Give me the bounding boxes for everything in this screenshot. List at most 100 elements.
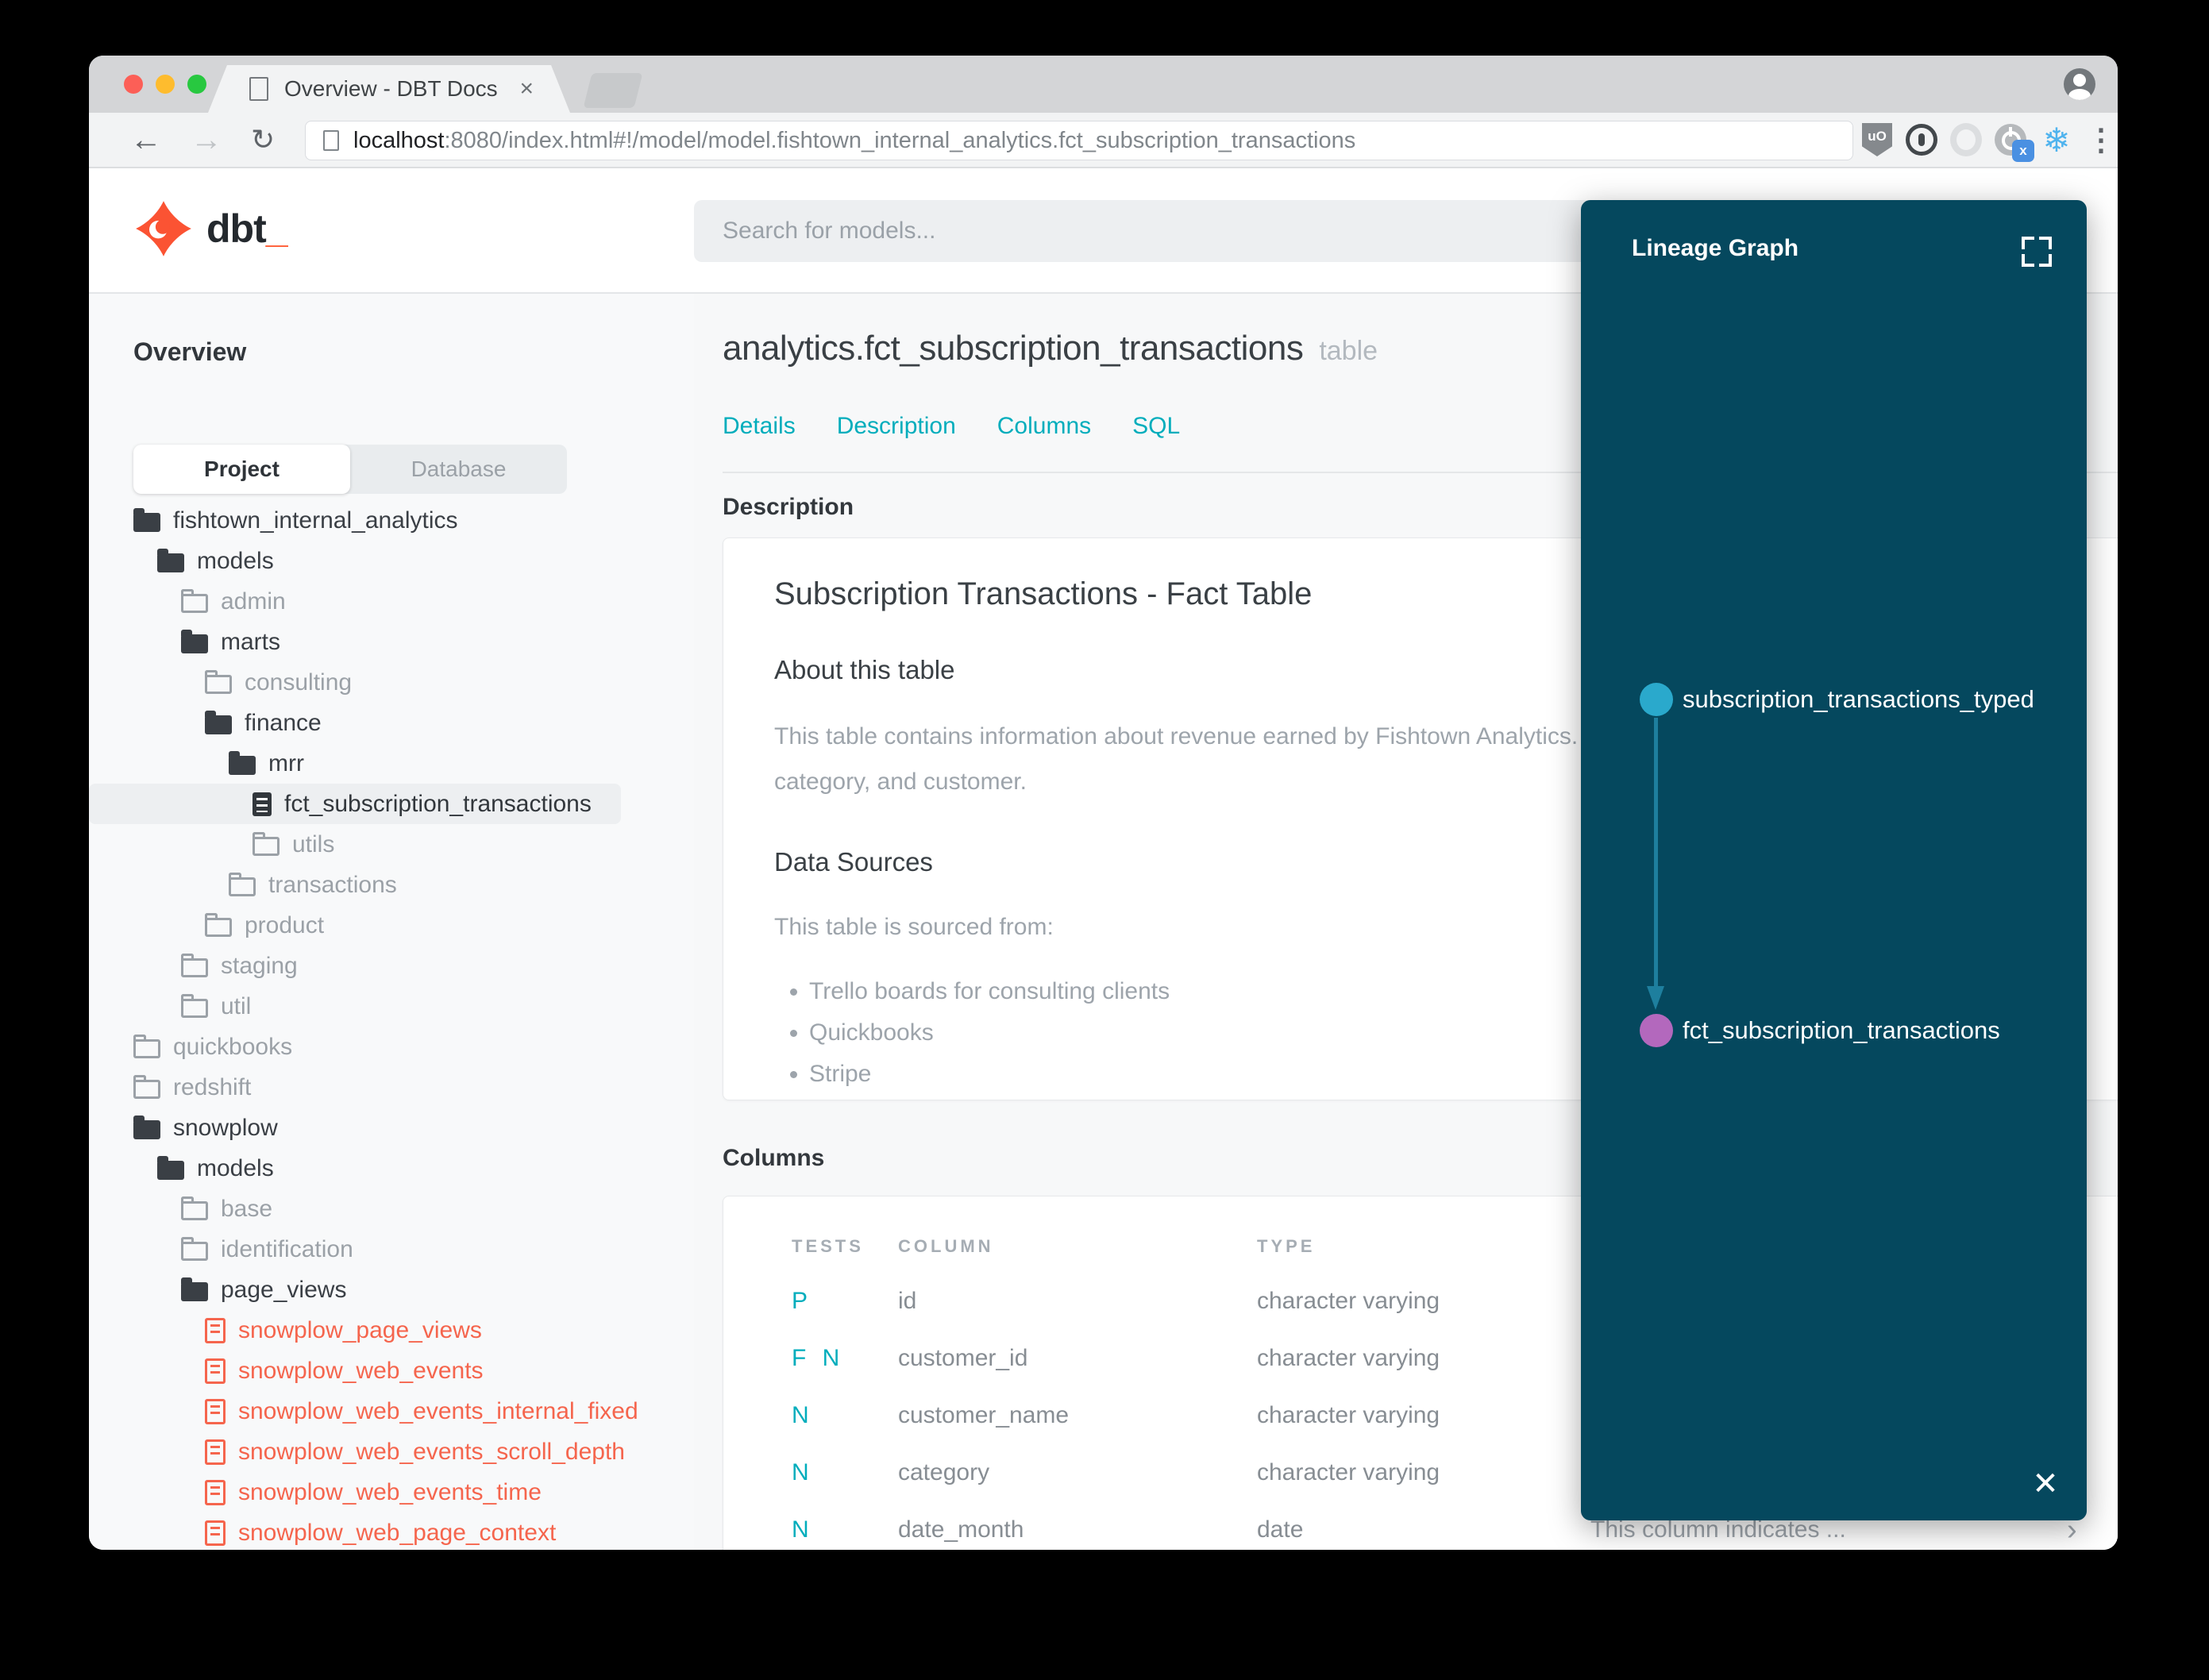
url-host: localhost	[353, 127, 445, 153]
window-close-button[interactable]	[124, 75, 143, 94]
type-cell: character varying	[1257, 1345, 1440, 1371]
tree-item-quickbooks[interactable]: quickbooks	[89, 1027, 694, 1067]
tab-close-icon[interactable]: ×	[519, 75, 534, 102]
folder-open-icon	[157, 548, 184, 572]
sidebar: Overview Project Database fishtown_inter…	[89, 294, 694, 1550]
browser-tab[interactable]: Overview - DBT Docs ×	[208, 65, 570, 113]
tree-item-models[interactable]: models	[89, 541, 694, 581]
tree-item-finance[interactable]: finance	[89, 703, 694, 743]
lineage-graph-panel: Lineage Graph subscription_transactions_…	[1581, 200, 2087, 1520]
lineage-node-fct_subscription_transactions[interactable]	[1640, 1014, 1673, 1047]
fullscreen-icon[interactable]	[2022, 237, 2052, 267]
tree-item-utils[interactable]: utils	[89, 824, 694, 865]
tree-item-util[interactable]: util	[89, 986, 694, 1027]
lineage-node-subscription_transactions_typed[interactable]	[1640, 683, 1673, 716]
type-cell: character varying	[1257, 1402, 1440, 1428]
extension-ring-icon[interactable]	[1950, 113, 1982, 167]
background-tab[interactable]	[583, 73, 643, 108]
folder-closed-icon	[205, 669, 232, 694]
tree-item-transactions[interactable]: transactions	[89, 865, 694, 905]
tree-item-snowplow_web_events_time[interactable]: snowplow_web_events_time	[89, 1472, 694, 1512]
url-bar[interactable]: localhost:8080/index.html#!/model/model.…	[305, 121, 1853, 160]
folder-closed-icon	[253, 831, 279, 856]
tree-item-fishtown_internal_analytics[interactable]: fishtown_internal_analytics	[89, 500, 694, 541]
col-header-type: TYPE	[1257, 1236, 1316, 1256]
column-cell: customer_id	[898, 1345, 1028, 1371]
tree-item-staging[interactable]: staging	[89, 946, 694, 986]
forward-button[interactable]: →	[191, 113, 222, 167]
folder-open-icon	[205, 710, 232, 734]
tree-item-snowplow_web_events_scroll_depth[interactable]: snowplow_web_events_scroll_depth	[89, 1431, 694, 1472]
model-nav: Details Description Columns SQL	[723, 413, 1180, 440]
materialization-badge: table	[1319, 336, 1378, 366]
tab-project[interactable]: Project	[133, 445, 350, 494]
nav-link-columns[interactable]: Columns	[997, 413, 1091, 440]
ring-icon	[1950, 123, 1982, 156]
description-section-label: Description	[723, 494, 854, 520]
window-minimize-button[interactable]	[156, 75, 175, 94]
folder-closed-icon	[181, 1196, 208, 1220]
dbt-logo[interactable]: dbt _	[135, 200, 288, 257]
page-title: analytics.fct_subscription_transactions	[723, 329, 1304, 368]
url-text: localhost:8080/index.html#!/model/model.…	[353, 128, 1355, 154]
tests-cell: P	[792, 1288, 813, 1314]
ublock-extension-icon[interactable]: uO	[1861, 113, 1893, 167]
logo-text: dbt	[206, 206, 267, 251]
nav-link-description[interactable]: Description	[837, 413, 956, 440]
tree-item-fct_subscription_transactions[interactable]: fct_subscription_transactions	[89, 784, 621, 824]
tree-item-models[interactable]: models	[89, 1148, 694, 1189]
tree-item-snowplow_page_views[interactable]: snowplow_page_views	[89, 1310, 694, 1351]
folder-closed-icon	[133, 1074, 160, 1099]
password-manager-extension-icon[interactable]	[1906, 113, 1937, 167]
logo-cursor: _	[265, 206, 288, 251]
shield-icon: uO	[1862, 123, 1892, 156]
lineage-title: Lineage Graph	[1632, 235, 1799, 261]
tree-item-admin[interactable]: admin	[89, 581, 694, 622]
tree-source-toggle: Project Database	[133, 445, 567, 494]
folder-closed-icon	[181, 993, 208, 1018]
tree-item-snowplow_web_events[interactable]: snowplow_web_events	[89, 1351, 694, 1391]
power-extension-icon[interactable]: x	[1993, 113, 2034, 167]
folder-closed-icon	[181, 953, 208, 977]
col-header-column: COLUMN	[898, 1236, 994, 1256]
page-favicon-icon	[249, 77, 268, 101]
file-icon	[205, 1479, 226, 1505]
tree-item-marts[interactable]: marts	[89, 622, 694, 662]
column-cell: id	[898, 1288, 917, 1314]
folder-open-icon	[133, 507, 160, 532]
tree-item-product[interactable]: product	[89, 905, 694, 946]
page-doc-icon	[323, 130, 339, 151]
profile-avatar-icon[interactable]	[2064, 68, 2095, 100]
file-icon	[205, 1358, 226, 1384]
back-button[interactable]: ←	[130, 113, 162, 167]
column-cell: date_month	[898, 1516, 1024, 1543]
tree-item-base[interactable]: base	[89, 1189, 694, 1229]
file-icon	[205, 1317, 226, 1343]
tree-item-identification[interactable]: identification	[89, 1229, 694, 1270]
window-zoom-button[interactable]	[187, 75, 206, 94]
snowflake-extension-icon[interactable]: ❄	[2039, 113, 2074, 167]
lineage-node-label[interactable]: subscription_transactions_typed	[1683, 683, 2034, 716]
close-icon[interactable]: ✕	[2026, 1465, 2064, 1503]
browser-menu-icon[interactable]: ⋮	[2086, 113, 2116, 167]
tab-database[interactable]: Database	[350, 445, 567, 494]
tree-item-redshift[interactable]: redshift	[89, 1067, 694, 1108]
type-cell: character varying	[1257, 1459, 1440, 1485]
tree-item-snowplow_web_events_internal_fixed[interactable]: snowplow_web_events_internal_fixed	[89, 1391, 694, 1431]
lineage-node-label[interactable]: fct_subscription_transactions	[1683, 1014, 2000, 1047]
columns-section-label: Columns	[723, 1145, 825, 1171]
model-title-row: analytics.fct_subscription_transactions …	[723, 329, 1378, 368]
tree-item-consulting[interactable]: consulting	[89, 662, 694, 703]
column-cell: customer_name	[898, 1402, 1070, 1428]
tree-item-mrr[interactable]: mrr	[89, 743, 694, 784]
reload-button[interactable]: ↻	[251, 113, 275, 167]
description-cell: This column indicates ...	[1590, 1516, 1846, 1543]
folder-closed-icon	[133, 1034, 160, 1058]
file-icon	[253, 792, 272, 816]
tree-item-page_views[interactable]: page_views	[89, 1270, 694, 1310]
tree-item-snowplow[interactable]: snowplow	[89, 1108, 694, 1148]
tree-item-snowplow_web_page_context[interactable]: snowplow_web_page_context	[89, 1512, 694, 1550]
nav-link-details[interactable]: Details	[723, 413, 796, 440]
folder-open-icon	[181, 1277, 208, 1301]
nav-link-sql[interactable]: SQL	[1132, 413, 1180, 440]
